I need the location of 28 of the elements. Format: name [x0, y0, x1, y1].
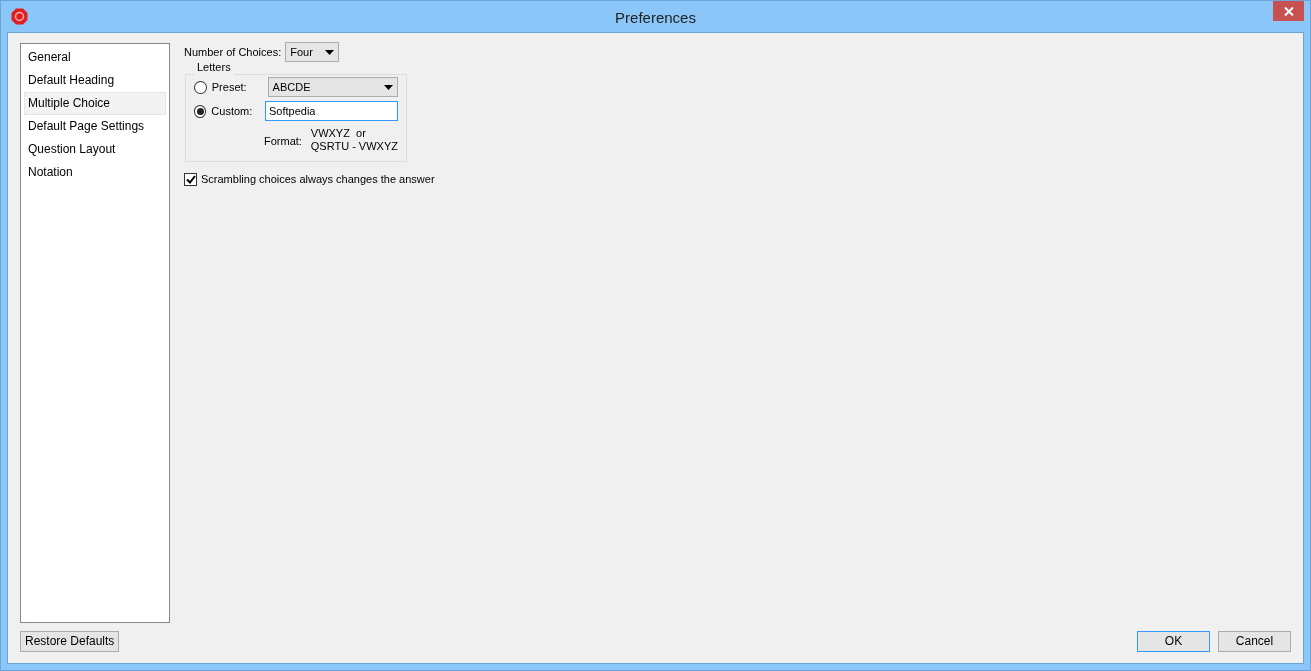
- number-of-choices-label: Number of Choices:: [184, 44, 282, 60]
- app-icon: [11, 8, 28, 25]
- category-item[interactable]: Default Heading: [24, 69, 166, 92]
- option-label: Custom:: [211, 103, 254, 119]
- category-item[interactable]: General: [24, 46, 166, 69]
- ok-button[interactable]: OK: [1137, 631, 1210, 652]
- category-item[interactable]: Multiple Choice: [24, 92, 166, 115]
- category-item[interactable]: Default Page Settings: [24, 115, 166, 138]
- preset-dropdown[interactable]: ABCDE: [267, 77, 398, 97]
- number-of-choices-dropdown[interactable]: Four: [285, 42, 340, 62]
- letters-legend: Letters: [194, 61, 234, 74]
- category-item[interactable]: Question Layout: [24, 138, 166, 161]
- window-title: Preferences: [615, 9, 696, 26]
- option-label: Preset:: [211, 79, 248, 95]
- scramble-checkbox[interactable]: [184, 172, 197, 186]
- format-text: QSRTU - VWXYZ: [310, 140, 398, 153]
- scramble-label: Scrambling choices always changes the answer: [201, 172, 435, 187]
- format-label: Format:: [264, 134, 303, 149]
- format-text: VWXYZ or: [310, 127, 367, 140]
- close-button[interactable]: [1273, 1, 1304, 21]
- category-item[interactable]: Notation: [24, 161, 166, 184]
- restore-defaults-button[interactable]: Restore Defaults: [20, 631, 120, 652]
- radio-button[interactable]: [194, 80, 207, 94]
- cancel-button[interactable]: Cancel: [1218, 631, 1291, 652]
- close-icon: [1283, 6, 1294, 16]
- custom-field[interactable]: Softpedia: [265, 101, 398, 121]
- caret-icon: [384, 84, 393, 90]
- caret-icon: [325, 49, 335, 55]
